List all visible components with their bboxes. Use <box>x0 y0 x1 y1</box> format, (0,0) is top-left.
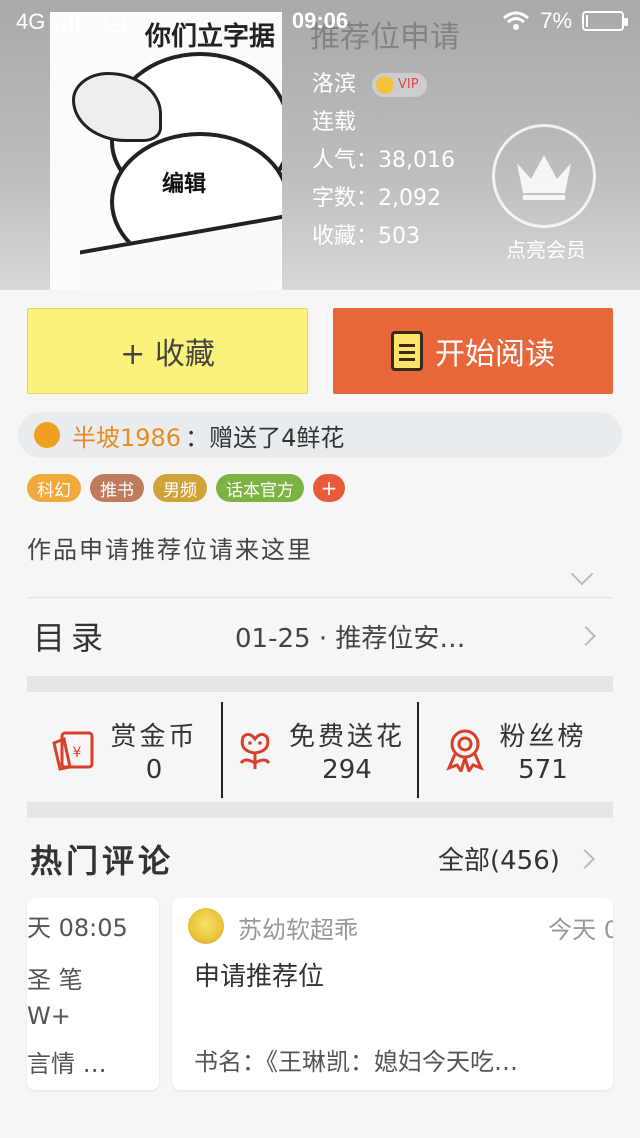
comment-username[interactable]: 苏幼软超乖 <box>238 910 358 945</box>
comment-text: W+ <box>27 1002 71 1030</box>
all-comments-link[interactable]: 全部(456) <box>438 840 560 877</box>
stat-label: 粉丝榜 <box>499 721 587 752</box>
catalog-title: 目录 <box>33 619 110 657</box>
catalog-row[interactable]: 目录 01-25 · 推荐位安… <box>27 598 613 674</box>
stats-row: ¥ 赏金币 0 免费送花 294 粉丝榜 571 <box>27 702 613 798</box>
member-label[interactable]: 点亮会员 <box>486 234 606 263</box>
chevron-right-icon[interactable] <box>575 849 595 869</box>
comment-text: 言情 … <box>27 1050 107 1078</box>
comment-card[interactable]: 苏幼软超乖 今天 0 申请推荐位 书名：《王琳凯：媳妇今天吃… <box>172 898 613 1090</box>
gift-banner[interactable]: 半坡1986 ：赠送了4鲜花 <box>18 412 622 458</box>
book-description: 作品申请推荐位请来这里 <box>27 536 313 564</box>
vip-badge: VIP <box>372 73 427 97</box>
stat-fans[interactable]: 粉丝榜 571 <box>417 702 613 798</box>
gift-text: ：赠送了4鲜花 <box>185 423 345 452</box>
sim-icon: S <box>105 12 125 32</box>
book-word-count: 字数：2,092 <box>312 186 441 211</box>
comment-text: 申请推荐位 <box>194 962 325 992</box>
tag-list: 科幻 推书 男频 话本官方 + <box>27 474 345 502</box>
battery-icon <box>582 11 628 31</box>
book-favorites: 收藏：503 <box>312 224 420 249</box>
hot-comments-title: 热门评论 <box>30 842 175 880</box>
start-reading-label: 开始阅读 <box>435 337 555 372</box>
stat-value: 0 <box>145 754 163 785</box>
network-label: 4G <box>16 9 46 34</box>
tag-item[interactable]: 话本官方 <box>216 474 304 502</box>
catalog-latest-chapter: 01-25 · 推荐位安… <box>235 623 466 654</box>
crown-icon <box>517 155 571 200</box>
stat-flowers[interactable]: 免费送花 294 <box>221 702 417 798</box>
book-status: 连载 <box>312 110 357 135</box>
stat-label: 赏金币 <box>110 721 198 752</box>
stat-value: 294 <box>322 754 372 785</box>
stat-coins[interactable]: ¥ 赏金币 0 <box>27 702 221 798</box>
status-bar: 4G S 09:06 7% <box>0 0 640 44</box>
avatar[interactable] <box>188 908 224 944</box>
book-info: 洛滨 VIP 连载 人气：38,016 字数：2,092 收藏：503 <box>312 66 455 256</box>
add-tag-button[interactable]: + <box>313 474 345 502</box>
section-gap <box>27 676 613 692</box>
crown-icon <box>376 76 395 94</box>
svg-text:¥: ¥ <box>73 745 82 761</box>
section-gap <box>27 802 613 818</box>
comment-time: 今天 0 <box>548 916 613 944</box>
book-header: 你们立字据 编辑 推荐位申请 洛滨 VIP 连载 人气：38,016 字数：2,… <box>0 0 640 290</box>
tag-item[interactable]: 科幻 <box>27 474 81 502</box>
comment-time: 天 08:05 <box>27 914 128 942</box>
stat-value: 571 <box>518 754 568 785</box>
comment-book-title: 书名：《王琳凯：媳妇今天吃… <box>194 1048 518 1076</box>
status-time: 09:06 <box>291 8 349 33</box>
book-cover[interactable]: 你们立字据 编辑 <box>50 12 282 290</box>
member-crown-button[interactable] <box>492 124 596 228</box>
flower-icon <box>34 422 60 448</box>
wifi-icon <box>503 11 530 30</box>
start-reading-button[interactable]: 开始阅读 <box>333 308 613 394</box>
book-popularity: 人气：38,016 <box>312 148 455 173</box>
stat-label: 免费送花 <box>288 721 405 752</box>
ribbon-icon <box>446 729 485 772</box>
gift-user: 半坡1986 <box>72 423 182 452</box>
tag-item[interactable]: 男频 <box>153 474 207 502</box>
author-name[interactable]: 洛滨 <box>312 66 356 104</box>
comment-text: 圣 笔 <box>27 966 83 994</box>
signal-icon <box>55 13 81 31</box>
comment-card[interactable]: 天 08:05 圣 笔 W+ 言情 … <box>27 898 159 1090</box>
tag-item[interactable]: 推书 <box>90 474 144 502</box>
book-icon <box>391 331 423 371</box>
red-envelope-icon: ¥ <box>52 731 94 771</box>
battery-percent: 7% <box>540 8 572 33</box>
flower-icon <box>239 732 271 769</box>
chevron-right-icon <box>576 626 596 646</box>
add-favorite-button[interactable]: + 收藏 <box>27 308 308 394</box>
expand-chevron-icon[interactable] <box>570 562 594 586</box>
cover-edit-label: 编辑 <box>162 172 207 197</box>
